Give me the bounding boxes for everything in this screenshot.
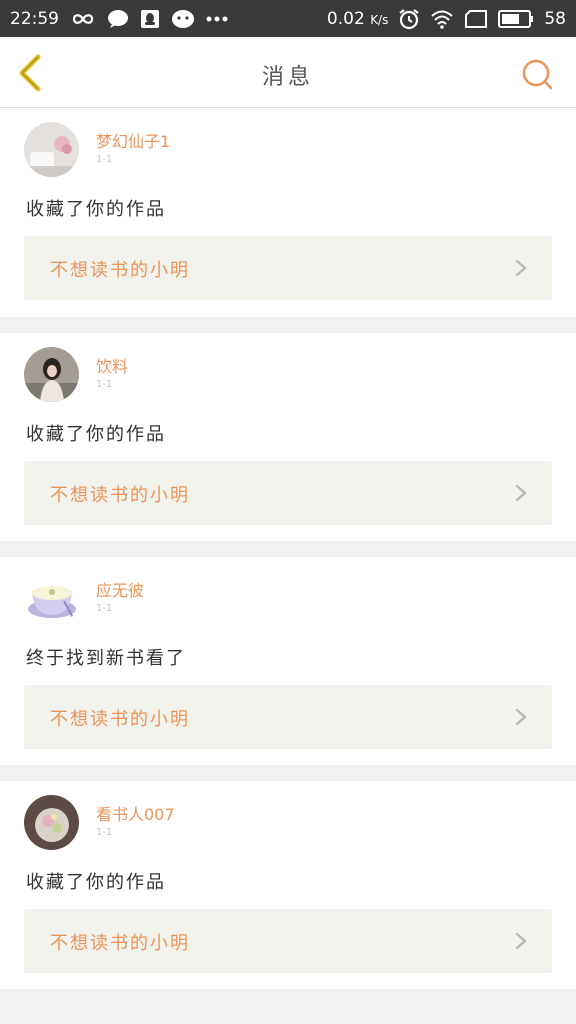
work-link[interactable]: 不想读书的小明 (24, 461, 552, 525)
timestamp: 1-1 (96, 379, 113, 390)
status-time: 22:59 (10, 8, 59, 29)
work-title: 不想读书的小明 (50, 709, 190, 730)
chevron-right-icon (515, 708, 527, 726)
page-title: 消息 (261, 65, 314, 90)
chevron-right-icon (515, 259, 527, 277)
work-link[interactable]: 不想读书的小明 (24, 909, 552, 973)
user-name[interactable]: 看书人007 (96, 801, 175, 825)
search-button[interactable] (520, 57, 554, 91)
notification-card: 看书人007 1-1 收藏了你的作品 不想读书的小明 (0, 781, 576, 989)
infinity-icon (70, 12, 96, 26)
user-name[interactable]: 梦幻仙子1 (96, 128, 170, 152)
battery-level: 58 (544, 8, 566, 29)
wifi-icon (430, 9, 454, 29)
nav-bar: 消息 (0, 37, 576, 108)
more-dots-icon (206, 16, 228, 22)
chevron-right-icon (515, 932, 527, 950)
work-title: 不想读书的小明 (50, 485, 190, 506)
network-speed: 0.02 K/s (327, 9, 388, 29)
timestamp: 1-1 (96, 603, 113, 614)
timestamp: 1-1 (96, 154, 113, 165)
chat-bubble-icon (107, 9, 129, 29)
status-bar: 22:59 0.02 K/s 58 (0, 0, 576, 37)
work-link[interactable]: 不想读书的小明 (24, 236, 552, 300)
avatar[interactable] (24, 122, 79, 177)
wechat-icon (171, 9, 195, 29)
qq-icon (140, 9, 160, 29)
work-link[interactable]: 不想读书的小明 (24, 685, 552, 749)
user-name[interactable]: 应无彼 (96, 577, 144, 601)
notification-list: 梦幻仙子1 1-1 收藏了你的作品 不想读书的小明 饮料 1-1 收藏了你的作品… (0, 108, 576, 1005)
work-title: 不想读书的小明 (50, 260, 190, 281)
message-text: 终于找到新书看了 (26, 648, 186, 669)
alarm-icon (398, 8, 420, 30)
message-text: 收藏了你的作品 (26, 872, 166, 893)
avatar[interactable] (24, 795, 79, 850)
notification-card: 梦幻仙子1 1-1 收藏了你的作品 不想读书的小明 (0, 108, 576, 317)
work-title: 不想读书的小明 (50, 933, 190, 954)
message-text: 收藏了你的作品 (26, 424, 166, 445)
notification-card: 饮料 1-1 收藏了你的作品 不想读书的小明 (0, 333, 576, 541)
notification-card: 应无彼 1-1 终于找到新书看了 不想读书的小明 (0, 557, 576, 765)
user-name[interactable]: 饮料 (96, 353, 128, 377)
message-text: 收藏了你的作品 (26, 199, 166, 220)
timestamp: 1-1 (96, 827, 113, 838)
chevron-right-icon (515, 484, 527, 502)
avatar[interactable] (24, 347, 79, 402)
battery-icon (498, 9, 534, 28)
network-speed-unit: K/s (370, 12, 389, 27)
network-speed-value: 0.02 (326, 8, 365, 29)
search-icon (522, 59, 553, 90)
sim-icon (464, 9, 488, 28)
avatar[interactable] (24, 571, 79, 626)
